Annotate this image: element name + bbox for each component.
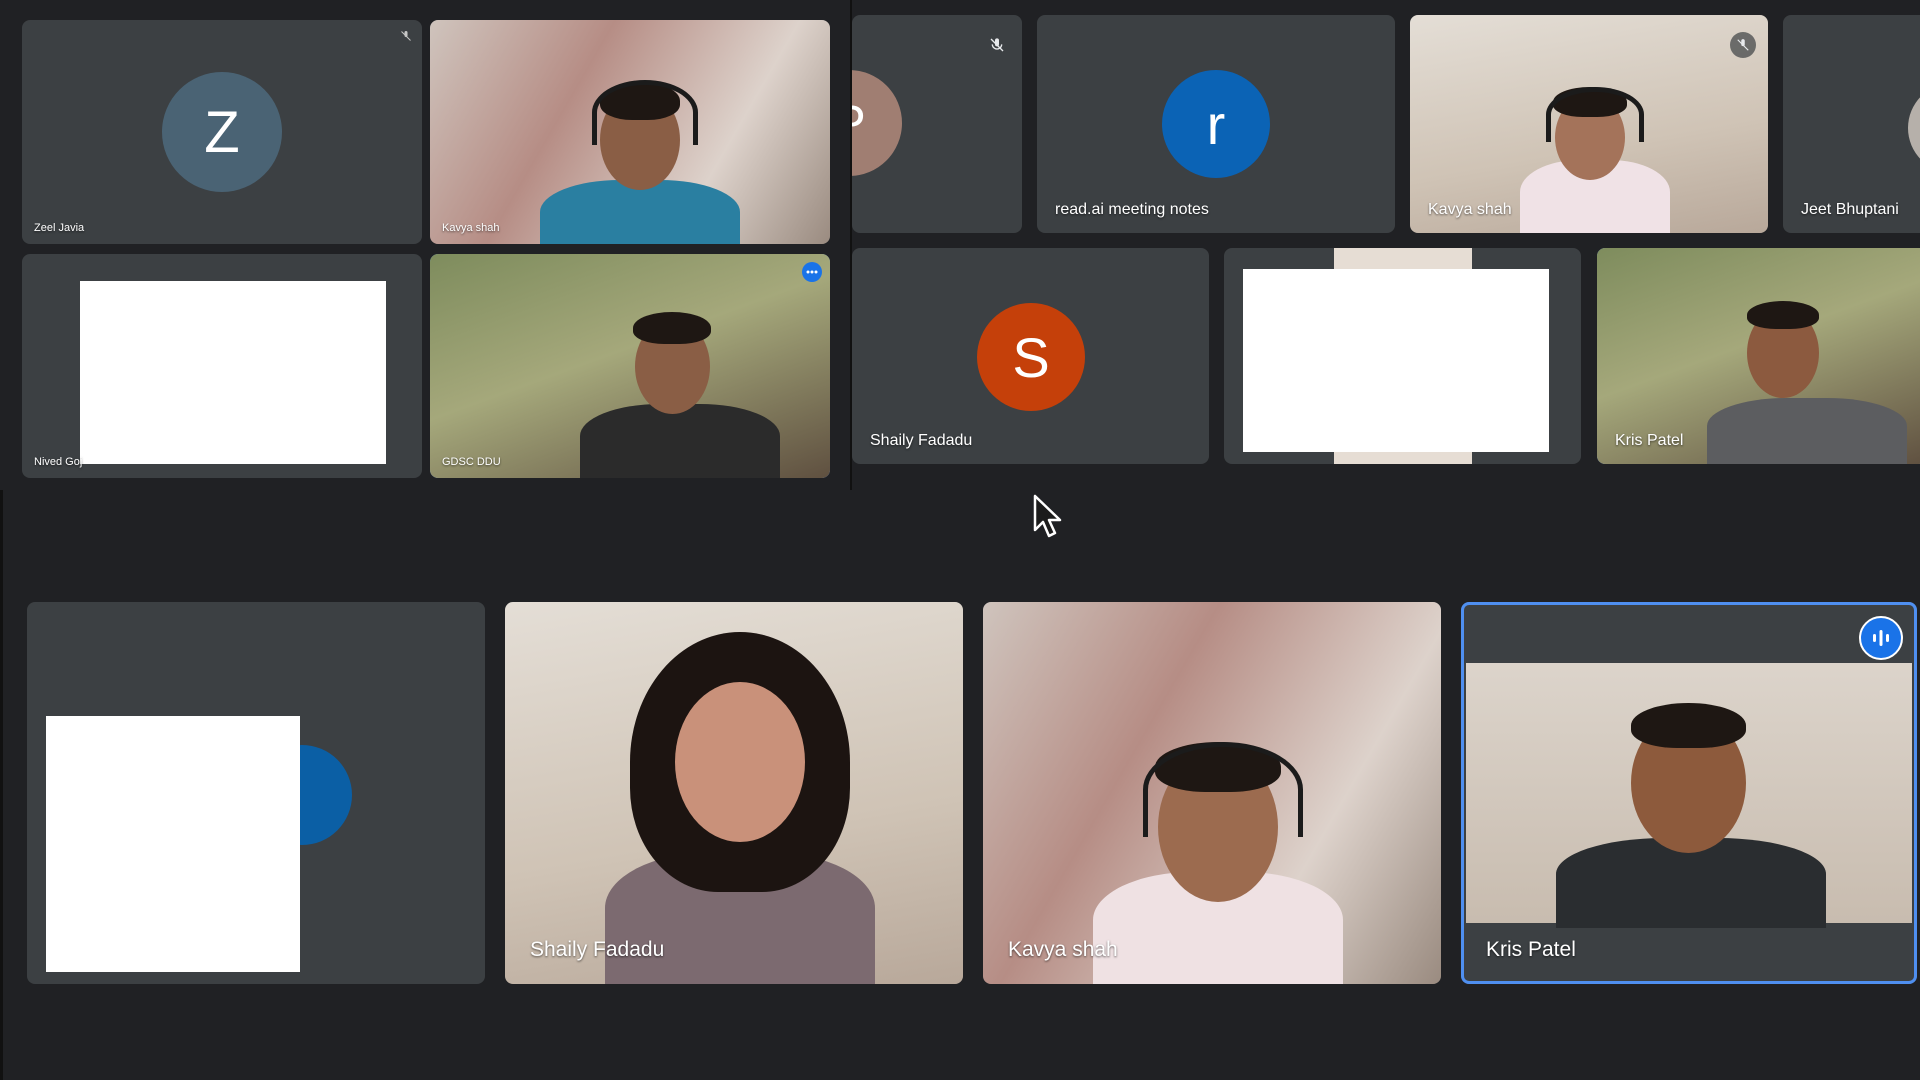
participant-name: Kris Patel (1486, 938, 1576, 961)
video-feed (1466, 663, 1912, 928)
participant-name: Zeel Javia (34, 222, 85, 234)
participant-tile-kris-top[interactable]: Kris Patel (1597, 248, 1920, 464)
participant-tile-zeel[interactable]: Z Zeel Javia (22, 20, 422, 244)
mic-off-icon (396, 26, 416, 46)
participant-tile-jeet[interactable]: Jeet Bhuptani (1783, 15, 1920, 233)
avatar: Z (162, 72, 282, 192)
participant-tile-hidden[interactable] (1224, 248, 1581, 464)
participant-name: Nived Goj (34, 456, 83, 468)
participant-tile-nived[interactable]: Nived Goj (22, 254, 422, 478)
participant-name: Shaily Fadadu (530, 938, 665, 961)
speaking-icon (1859, 616, 1903, 660)
avatar: P (852, 70, 902, 176)
video-feed (430, 20, 830, 244)
avatar: r (1162, 70, 1270, 178)
more-icon[interactable] (802, 262, 822, 282)
participant-name: Kris Patel (1615, 432, 1684, 449)
participant-tile-gdsc[interactable]: GDSC DDU (430, 254, 830, 478)
avatar (1908, 83, 1920, 173)
participant-tile-bottom-first[interactable] (27, 602, 485, 984)
participant-name: Kavya shah (1008, 938, 1118, 961)
video-feed (983, 602, 1441, 984)
avatar: S (977, 303, 1085, 411)
placeholder-block (1243, 269, 1549, 452)
participant-name: read.ai meeting notes (1055, 201, 1209, 218)
screen-divider (0, 490, 3, 1080)
video-feed (505, 602, 963, 984)
participant-tile-shaily-top[interactable]: S Shaily Fadadu (852, 248, 1209, 464)
participant-tile-kris-bottom[interactable]: Kris Patel (1461, 602, 1917, 984)
participant-name: Kavya shah (442, 222, 500, 234)
mouse-cursor-icon (1033, 494, 1063, 543)
video-feed (430, 254, 830, 478)
placeholder-block (80, 281, 386, 464)
mic-off-icon (984, 32, 1010, 58)
participant-tile-readai[interactable]: r read.ai meeting notes (1037, 15, 1395, 233)
participant-tile-kavya-small[interactable]: Kavya shah (430, 20, 830, 244)
participant-tile-shaily-bottom[interactable]: Shaily Fadadu (505, 602, 963, 984)
mic-off-icon (1730, 32, 1756, 58)
participant-name: GDSC DDU (442, 456, 501, 468)
participant-name: Jeet Bhuptani (1801, 201, 1899, 218)
participant-name: Kavya shah (1428, 201, 1512, 218)
placeholder-block (46, 716, 300, 972)
participant-name: Shaily Fadadu (870, 432, 973, 449)
participant-tile-kavya-top[interactable]: Kavya shah (1410, 15, 1768, 233)
participant-tile-kavya-bottom[interactable]: Kavya shah (983, 602, 1441, 984)
participant-tile-partial[interactable]: P (852, 15, 1022, 233)
